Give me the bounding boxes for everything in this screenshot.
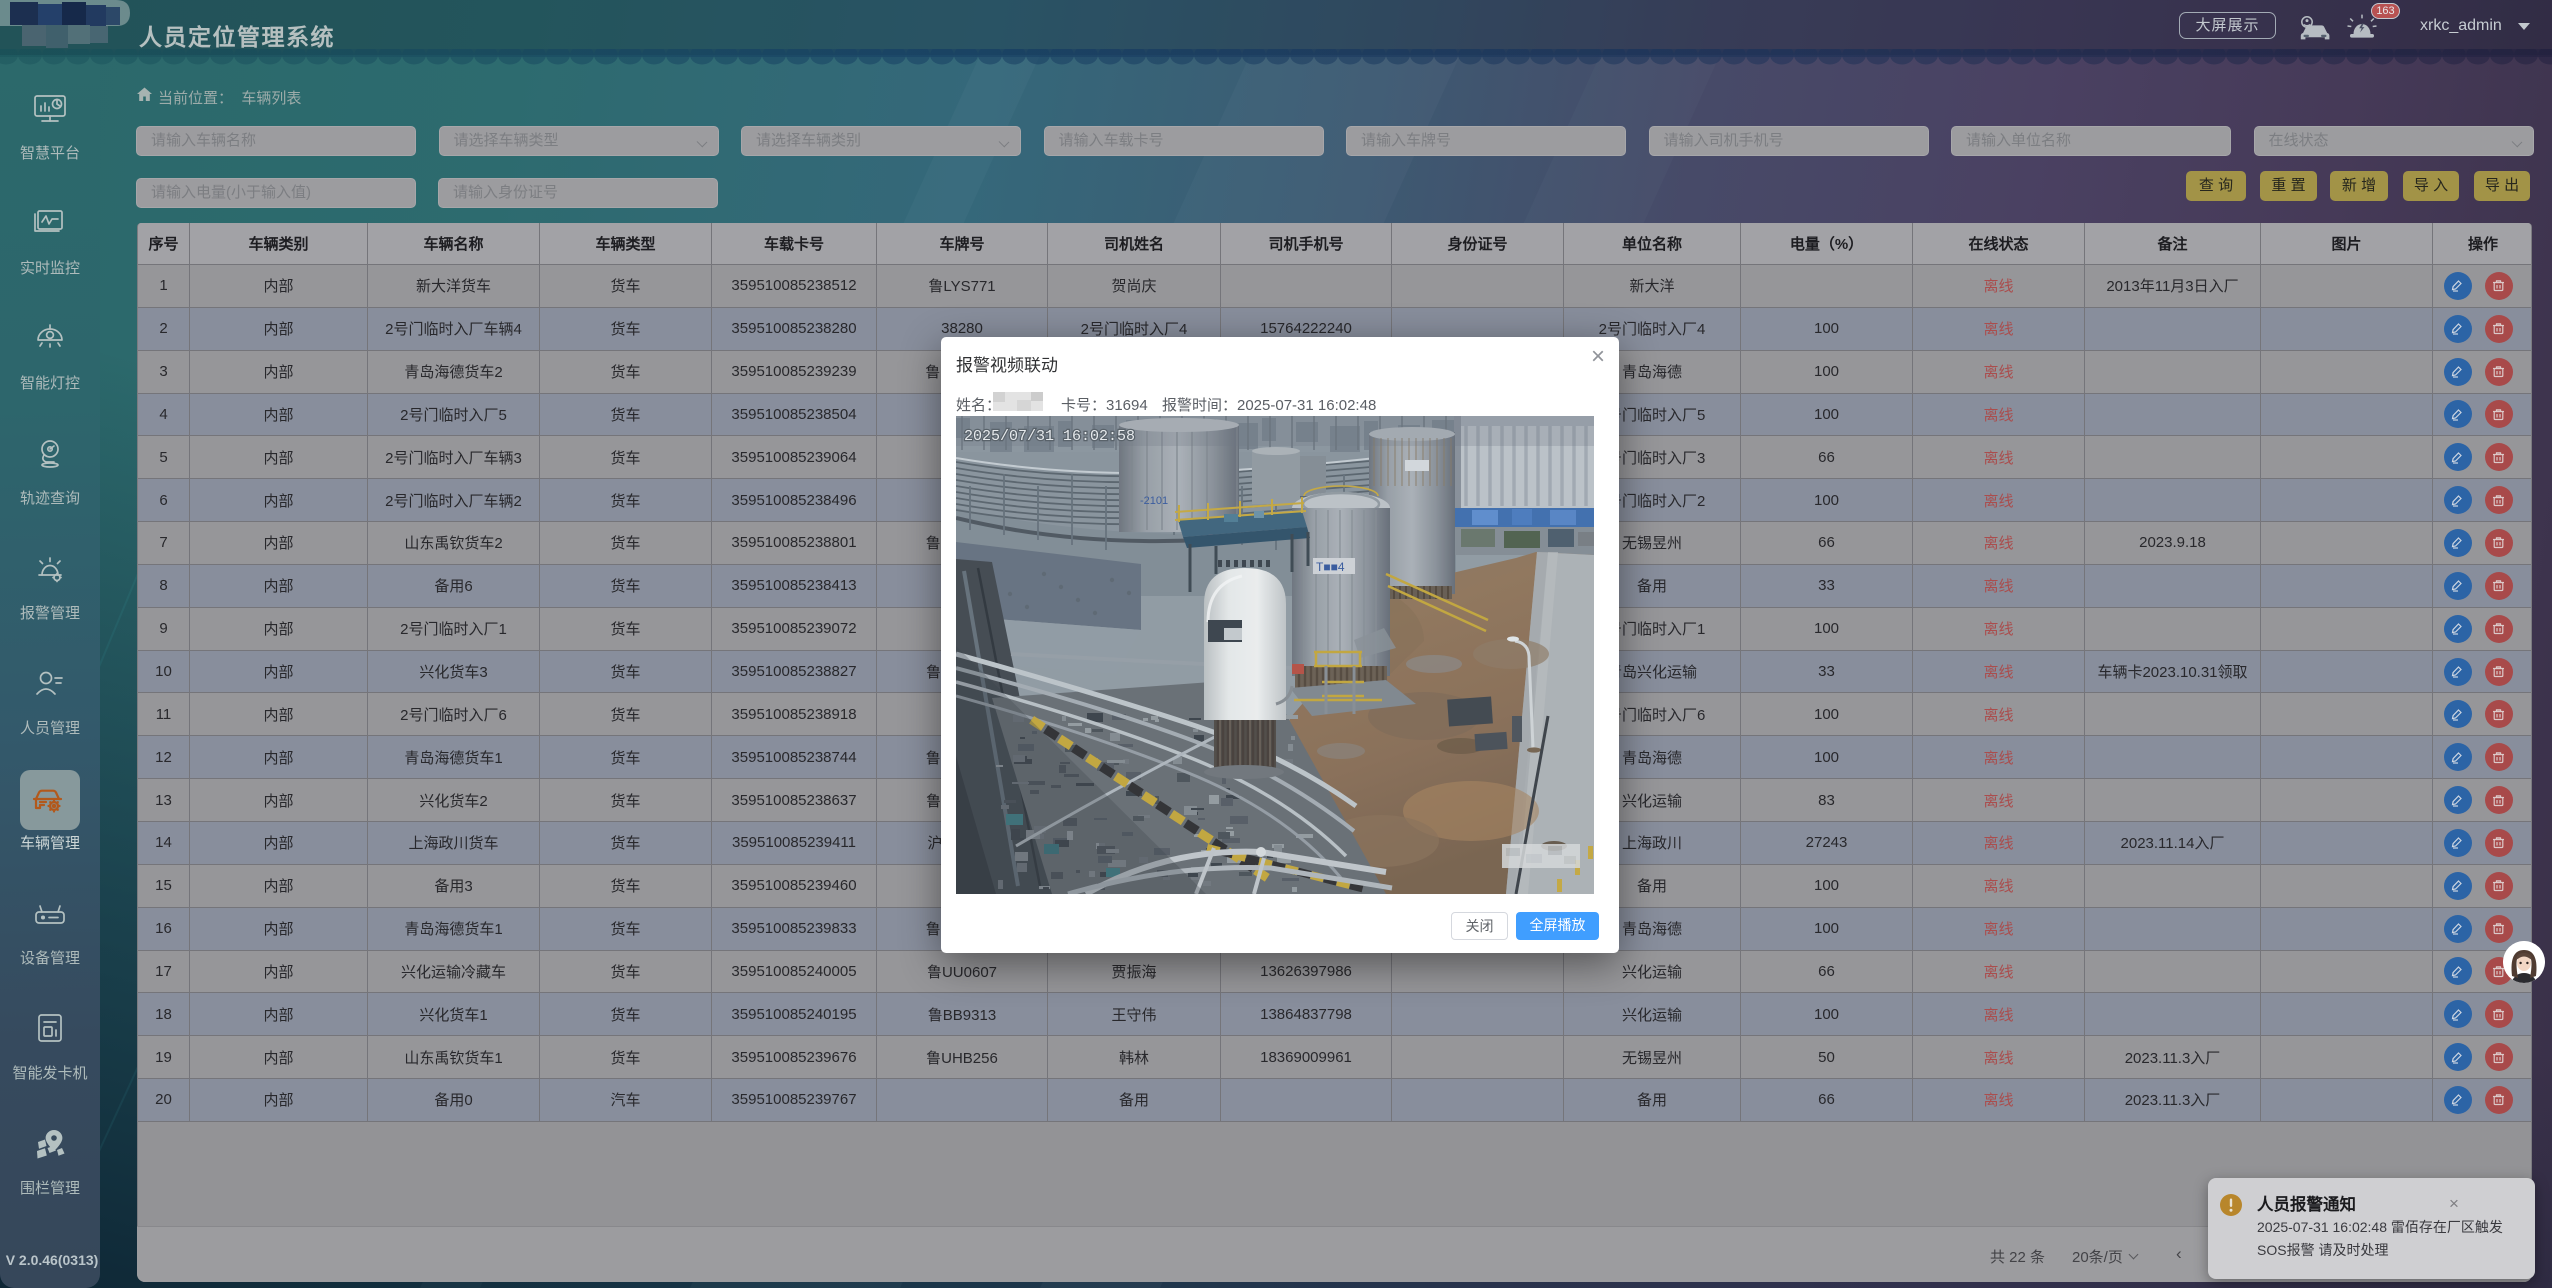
svg-text:2025/07/31 16:02:58: 2025/07/31 16:02:58 (964, 428, 1135, 445)
